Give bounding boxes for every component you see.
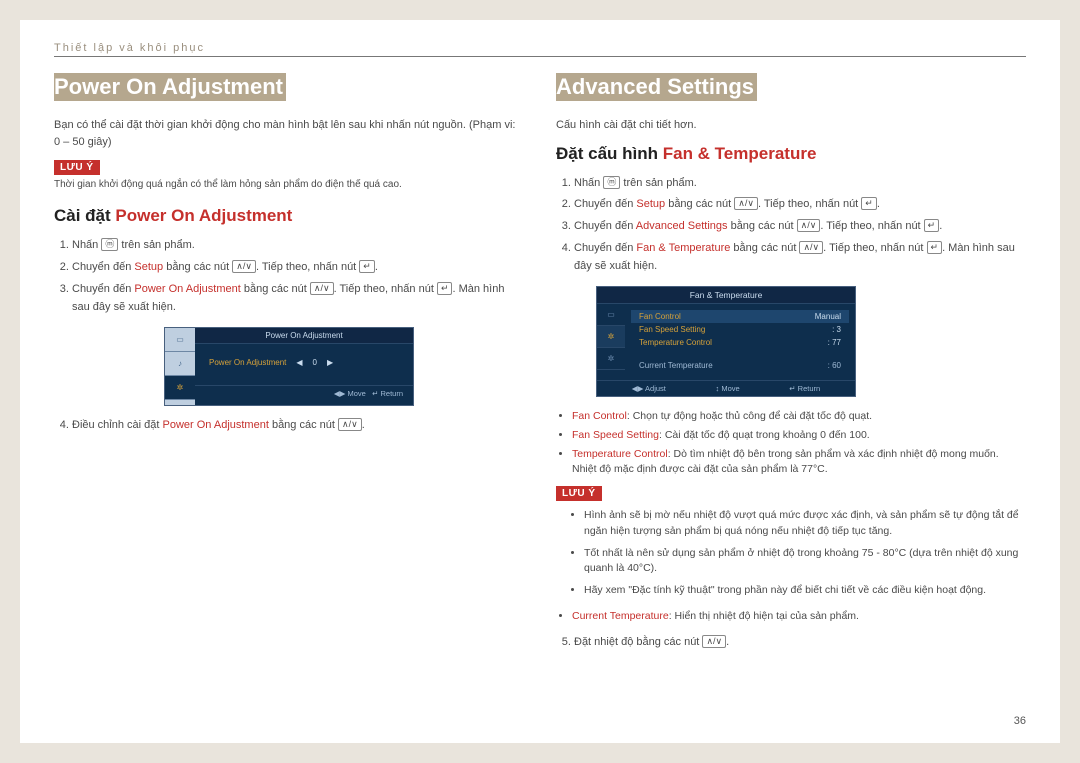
subheading-power-on: Cài đặt Power On Adjustment — [54, 206, 524, 226]
section-title-advanced: Advanced Settings — [556, 73, 757, 101]
note-text: Thời gian khởi động quá ngắn có thể làm … — [54, 178, 524, 192]
section-path: Thiết lập và khôi phục — [54, 42, 205, 54]
steps-list-right-cont: Đặt nhiệt độ bằng các nút ∧/∨. — [556, 633, 1026, 652]
osd-side-icon: ▭ — [597, 304, 625, 326]
updown-icon: ∧/∨ — [310, 282, 334, 295]
section-title-power-on: Power On Adjustment — [54, 73, 286, 101]
enter-icon: ↵ — [924, 219, 940, 232]
description-bullets: Fan Control: Chọn tự động hoặc thủ công … — [556, 409, 1026, 478]
step-3: Chuyển đến Power On Adjustment bằng các … — [72, 280, 524, 317]
note-badge: LƯU Ý — [54, 160, 100, 175]
updown-icon: ∧/∨ — [702, 635, 726, 648]
step-1: Nhấn ⓜ trên sản phẩm. — [574, 174, 1026, 193]
updown-icon: ∧/∨ — [232, 260, 256, 273]
updown-icon: ∧/∨ — [338, 418, 362, 431]
step-3: Chuyển đến Advanced Settings bằng các nú… — [574, 217, 1026, 236]
step-2: Chuyển đến Setup bằng các nút ∧/∨. Tiếp … — [72, 258, 524, 277]
right-column: Advanced Settings Cấu hình cài đặt chi t… — [556, 73, 1026, 661]
note-list: Hình ảnh sẽ bị mờ nếu nhiệt độ vượt quá … — [556, 508, 1026, 599]
steps-list-right: Nhấn ⓜ trên sản phẩm. Chuyển đến Setup b… — [556, 174, 1026, 276]
bullet-current-temp: Current Temperature: Hiển thị nhiệt độ h… — [572, 609, 1026, 625]
enter-icon: ↵ — [927, 241, 943, 254]
enter-icon: ↵ — [861, 197, 877, 210]
osd-side-icon: ✲ — [597, 348, 625, 370]
enter-icon: ↵ — [437, 282, 453, 295]
osd-side-icon: ♪ — [165, 352, 195, 376]
osd-screenshot-power-on: ▭ ♪ ✲ Power On Adjustment Power On Adjus… — [164, 327, 414, 406]
step-1: Nhấn ⓜ trên sản phẩm. — [72, 236, 524, 255]
two-column-layout: Power On Adjustment Bạn có thể cài đặt t… — [54, 73, 1026, 661]
osd-row: Power On Adjustment ◀ 0 ▶ — [209, 358, 399, 367]
updown-icon: ∧/∨ — [797, 219, 821, 232]
osd-row: Fan ControlManual — [631, 310, 849, 323]
osd-footer: ◀▶ Adjust ↕ Move ↵ Return — [597, 380, 855, 396]
osd-title: Power On Adjustment — [195, 328, 413, 344]
page-header: Thiết lập và khôi phục — [54, 42, 1026, 57]
note-item: Hãy xem "Đặc tính kỹ thuật" trong phần n… — [584, 583, 1026, 599]
intro-text: Cấu hình cài đặt chi tiết hơn. — [556, 117, 1026, 134]
page-number: 36 — [1014, 715, 1026, 727]
intro-text: Bạn có thể cài đặt thời gian khởi động c… — [54, 117, 524, 150]
bullet-fan-control: Fan Control: Chọn tự động hoặc thủ công … — [572, 409, 1026, 425]
left-column: Power On Adjustment Bạn có thể cài đặt t… — [54, 73, 524, 661]
step-4: Điều chỉnh cài đặt Power On Adjustment b… — [72, 416, 524, 435]
osd-screenshot-fan-temp: Fan & Temperature ▭ ✲ ✲ Fan ControlManua… — [596, 286, 856, 397]
manual-page: Thiết lập và khôi phục Power On Adjustme… — [20, 20, 1060, 743]
description-bullets-2: Current Temperature: Hiển thị nhiệt độ h… — [556, 609, 1026, 625]
osd-row: Temperature Control: 77 — [639, 336, 841, 349]
step-4: Chuyển đến Fan & Temperature bằng các nú… — [574, 239, 1026, 276]
osd-footer: ◀▶ Move ↵ Return — [195, 385, 413, 401]
osd-row: Fan Speed Setting: 3 — [639, 323, 841, 336]
bullet-fan-speed: Fan Speed Setting: Cài đặt tốc độ quạt t… — [572, 428, 1026, 444]
note-item: Hình ảnh sẽ bị mờ nếu nhiệt độ vượt quá … — [584, 508, 1026, 540]
osd-row: Current Temperature: 60 — [639, 359, 841, 372]
osd-side-icon: ✲ — [597, 326, 625, 348]
note-badge: LƯU Ý — [556, 486, 602, 501]
osd-side-icon: ▭ — [165, 328, 195, 352]
menu-icon: ⓜ — [101, 238, 118, 251]
steps-list-left-cont: Điều chỉnh cài đặt Power On Adjustment b… — [54, 416, 524, 435]
step-2: Chuyển đến Setup bằng các nút ∧/∨. Tiếp … — [574, 195, 1026, 214]
step-5: Đặt nhiệt độ bằng các nút ∧/∨. — [574, 633, 1026, 652]
osd-side-icon: ✲ — [165, 376, 195, 400]
steps-list-left: Nhấn ⓜ trên sản phẩm. Chuyển đến Setup b… — [54, 236, 524, 317]
menu-icon: ⓜ — [603, 176, 620, 189]
note-item: Tốt nhất là nên sử dụng sản phẩm ở nhiệt… — [584, 546, 1026, 578]
bullet-temp-control: Temperature Control: Dò tìm nhiệt độ bên… — [572, 447, 1026, 479]
updown-icon: ∧/∨ — [734, 197, 758, 210]
subheading-fan-temp: Đặt cấu hình Fan & Temperature — [556, 144, 1026, 164]
osd-title: Fan & Temperature — [597, 287, 855, 304]
updown-icon: ∧/∨ — [799, 241, 823, 254]
enter-icon: ↵ — [359, 260, 375, 273]
